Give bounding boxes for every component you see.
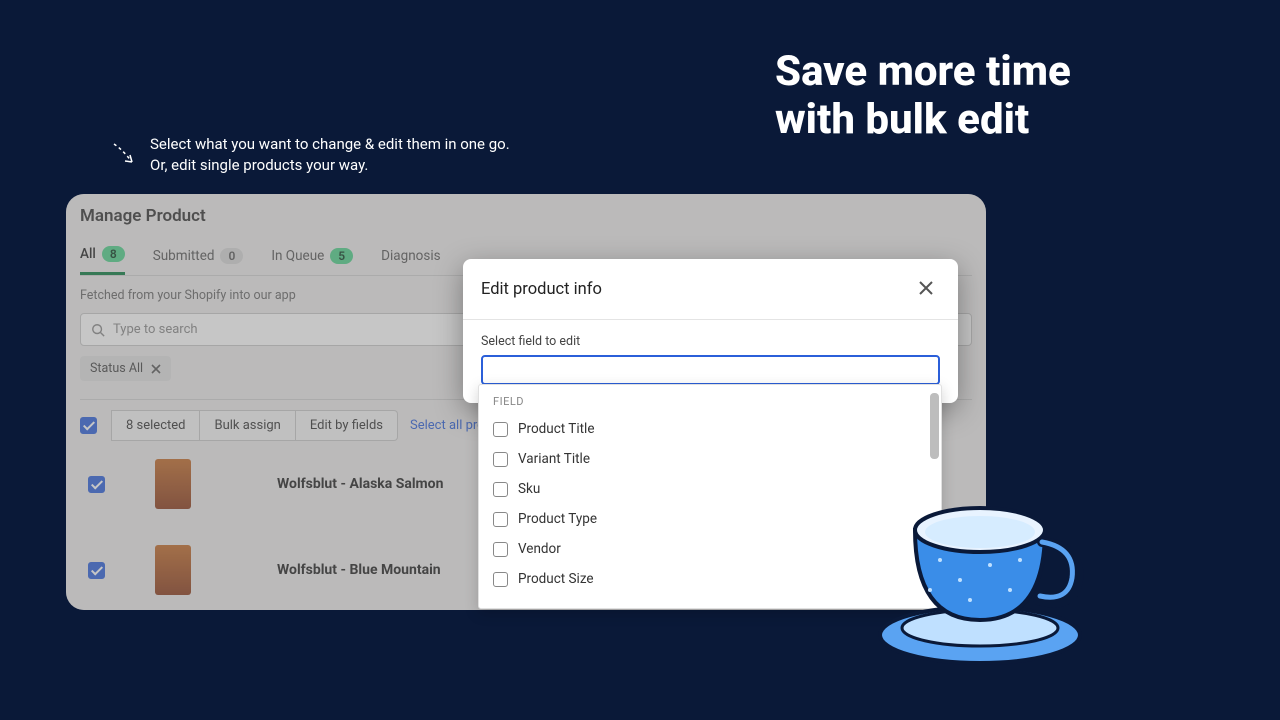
tab-badge: 5 bbox=[330, 248, 353, 264]
teacup-illustration bbox=[870, 450, 1100, 680]
selected-count: 8 selected bbox=[111, 410, 200, 441]
modal-header: Edit product info bbox=[463, 259, 958, 320]
checkbox-icon bbox=[493, 572, 508, 587]
hero-line-2: with bulk edit bbox=[775, 96, 1220, 144]
page-title: Manage Product bbox=[80, 206, 972, 226]
field-select-input[interactable] bbox=[481, 355, 940, 385]
callout-text: Select what you want to change & edit th… bbox=[150, 134, 510, 176]
tab-submitted[interactable]: Submitted 0 bbox=[153, 238, 244, 275]
row-checkbox[interactable] bbox=[88, 562, 105, 579]
search-placeholder: Type to search bbox=[113, 322, 198, 337]
field-group-header: FIELD bbox=[479, 385, 941, 414]
search-icon bbox=[91, 323, 105, 337]
option-label: Product Type bbox=[518, 511, 597, 527]
edit-by-fields-button[interactable]: Edit by fields bbox=[296, 410, 398, 441]
close-button[interactable] bbox=[912, 275, 940, 303]
close-icon[interactable] bbox=[151, 364, 161, 374]
tab-label: Submitted bbox=[153, 248, 215, 264]
select-all-checkbox[interactable] bbox=[80, 417, 97, 434]
product-thumbnail bbox=[155, 545, 191, 595]
filter-chip-status[interactable]: Status All bbox=[80, 356, 171, 381]
callout: Select what you want to change & edit th… bbox=[110, 134, 510, 176]
product-title: Wolfsblut - Alaska Salmon bbox=[277, 476, 443, 492]
field-select-label: Select field to edit bbox=[481, 334, 940, 349]
tab-diagnosis[interactable]: Diagnosis bbox=[381, 238, 440, 275]
option-label: Vendor bbox=[518, 541, 561, 557]
modal-title: Edit product info bbox=[481, 280, 602, 299]
checkbox-icon bbox=[493, 512, 508, 527]
hero-headline: Save more time with bulk edit bbox=[775, 48, 1220, 145]
close-icon bbox=[918, 280, 934, 296]
tab-in-queue[interactable]: In Queue 5 bbox=[271, 238, 353, 275]
product-thumbnail bbox=[155, 459, 191, 509]
tab-badge: 0 bbox=[220, 248, 243, 264]
bulk-assign-button[interactable]: Bulk assign bbox=[200, 410, 295, 441]
tab-label: All bbox=[80, 246, 96, 262]
checkbox-icon bbox=[493, 542, 508, 557]
option-label: Product Title bbox=[518, 421, 594, 437]
chip-label: Status All bbox=[90, 361, 143, 376]
row-checkbox[interactable] bbox=[88, 476, 105, 493]
checkbox-icon bbox=[493, 482, 508, 497]
hero-line-1: Save more time bbox=[775, 48, 1220, 96]
field-option-product-title[interactable]: Product Title bbox=[479, 414, 941, 444]
tab-all[interactable]: All 8 bbox=[80, 238, 125, 275]
edit-product-modal: Edit product info Select field to edit bbox=[463, 259, 958, 403]
tab-badge: 8 bbox=[102, 246, 125, 262]
option-label: Variant Title bbox=[518, 451, 590, 467]
arrow-icon bbox=[110, 138, 138, 166]
product-title: Wolfsblut - Blue Mountain bbox=[277, 562, 441, 578]
checkbox-icon bbox=[493, 422, 508, 437]
checkbox-icon bbox=[493, 452, 508, 467]
callout-line-2: Or, edit single products your way. bbox=[150, 155, 510, 176]
callout-line-1: Select what you want to change & edit th… bbox=[150, 134, 510, 155]
option-label: Product Size bbox=[518, 571, 594, 587]
tab-label: Diagnosis bbox=[381, 248, 440, 264]
option-label: Sku bbox=[518, 481, 540, 497]
tab-label: In Queue bbox=[271, 248, 324, 264]
